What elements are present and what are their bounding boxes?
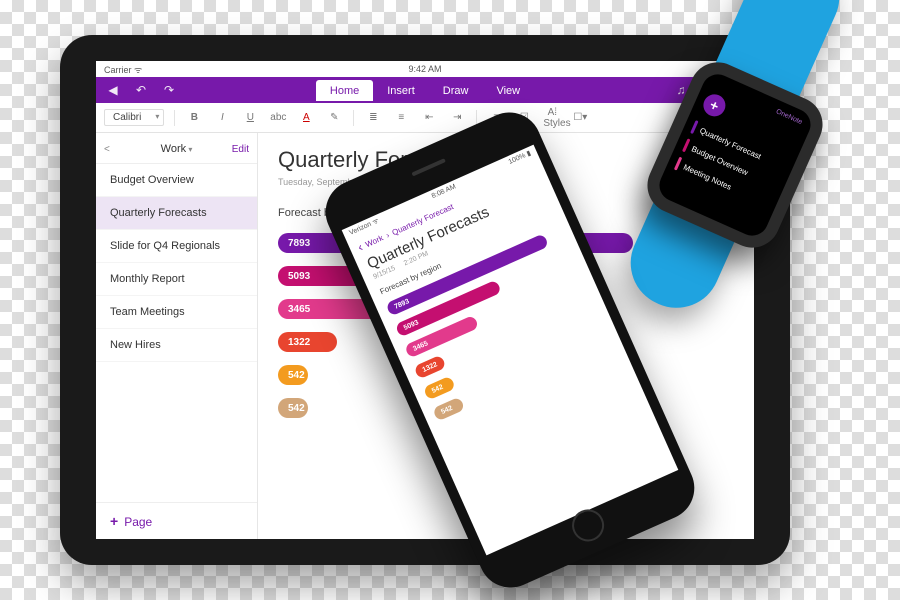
page-sidebar: < Work Edit Budget OverviewQuarterly For… bbox=[96, 133, 258, 539]
tag-button[interactable]: ☐▾ bbox=[571, 112, 589, 123]
tab-home[interactable]: Home bbox=[316, 80, 373, 101]
highlight-button[interactable]: ✎ bbox=[325, 112, 343, 123]
redo-icon[interactable]: ↷ bbox=[162, 83, 176, 97]
watch-list: Quarterly ForecastBudget OverviewMeeting… bbox=[672, 118, 790, 211]
back-chevron-icon[interactable]: ‹ bbox=[355, 240, 364, 254]
strike-button[interactable]: abc bbox=[269, 112, 287, 123]
indent-button[interactable]: ⇥ bbox=[448, 112, 466, 123]
sidebar-page-item[interactable]: Quarterly Forecasts bbox=[96, 197, 257, 230]
ipad-status-bar: Carrier ᯤ 9:42 AM 100% ▮ bbox=[96, 61, 754, 77]
chart-bar: 1322 bbox=[413, 355, 446, 380]
sidebar-page-item[interactable]: Slide for Q4 Regionals bbox=[96, 230, 257, 263]
font-selector[interactable]: Calibri bbox=[104, 109, 164, 126]
watch-add-button[interactable]: + bbox=[700, 91, 729, 120]
font-color-button[interactable]: A bbox=[297, 112, 315, 123]
bullets-button[interactable]: ≣ bbox=[364, 112, 382, 123]
sidebar-page-item[interactable]: Monthly Report bbox=[96, 263, 257, 296]
sidebar-page-item[interactable]: Team Meetings bbox=[96, 296, 257, 329]
ribbon-tabs: Home Insert Draw View bbox=[316, 80, 534, 101]
numbering-button[interactable]: ≡ bbox=[392, 112, 410, 123]
underline-button[interactable]: U bbox=[241, 112, 259, 123]
italic-button[interactable]: I bbox=[213, 112, 231, 123]
color-indicator bbox=[690, 120, 698, 134]
styles-button[interactable]: A⁞ Styles bbox=[543, 107, 561, 129]
tab-view[interactable]: View bbox=[482, 80, 534, 101]
section-title[interactable]: Work bbox=[161, 143, 193, 155]
status-time: 9:42 AM bbox=[408, 64, 441, 74]
sidebar-header: < Work Edit bbox=[96, 133, 257, 164]
color-indicator bbox=[682, 138, 690, 152]
chart-bar: 542 bbox=[432, 397, 465, 422]
chart-bar: 542 bbox=[278, 398, 308, 418]
app-titlebar: ◀ ↶ ↷ Home Insert Draw View ♫ ⇪ ⋯ bbox=[96, 77, 754, 103]
chart-bar: 1322 bbox=[278, 332, 337, 352]
back-icon[interactable]: ◀ bbox=[106, 83, 120, 97]
chart-bar: 542 bbox=[423, 376, 456, 401]
undo-icon[interactable]: ↶ bbox=[134, 83, 148, 97]
ribbon-toolbar: Calibri B I U abc A ✎ ≣ ≡ ⇤ ⇥ ≡ ☑ A⁞ Sty… bbox=[96, 103, 754, 133]
tab-insert[interactable]: Insert bbox=[373, 80, 429, 101]
plus-icon: + bbox=[110, 513, 118, 529]
tab-draw[interactable]: Draw bbox=[429, 80, 483, 101]
add-page-button[interactable]: + Page bbox=[96, 502, 257, 539]
bold-button[interactable]: B bbox=[185, 112, 203, 123]
sidebar-page-item[interactable]: Budget Overview bbox=[96, 164, 257, 197]
status-carrier: Carrier ᯤ bbox=[104, 63, 142, 76]
add-page-label: Page bbox=[124, 515, 152, 529]
sidebar-page-item[interactable]: New Hires bbox=[96, 329, 257, 362]
page-list: Budget OverviewQuarterly ForecastsSlide … bbox=[96, 164, 257, 502]
outdent-button[interactable]: ⇤ bbox=[420, 112, 438, 123]
edit-button[interactable]: Edit bbox=[232, 144, 249, 155]
sidebar-back-icon[interactable]: < bbox=[104, 144, 110, 155]
chart-bar: 542 bbox=[278, 365, 308, 385]
color-indicator bbox=[674, 157, 682, 171]
breadcrumb-sep: › bbox=[384, 230, 390, 239]
